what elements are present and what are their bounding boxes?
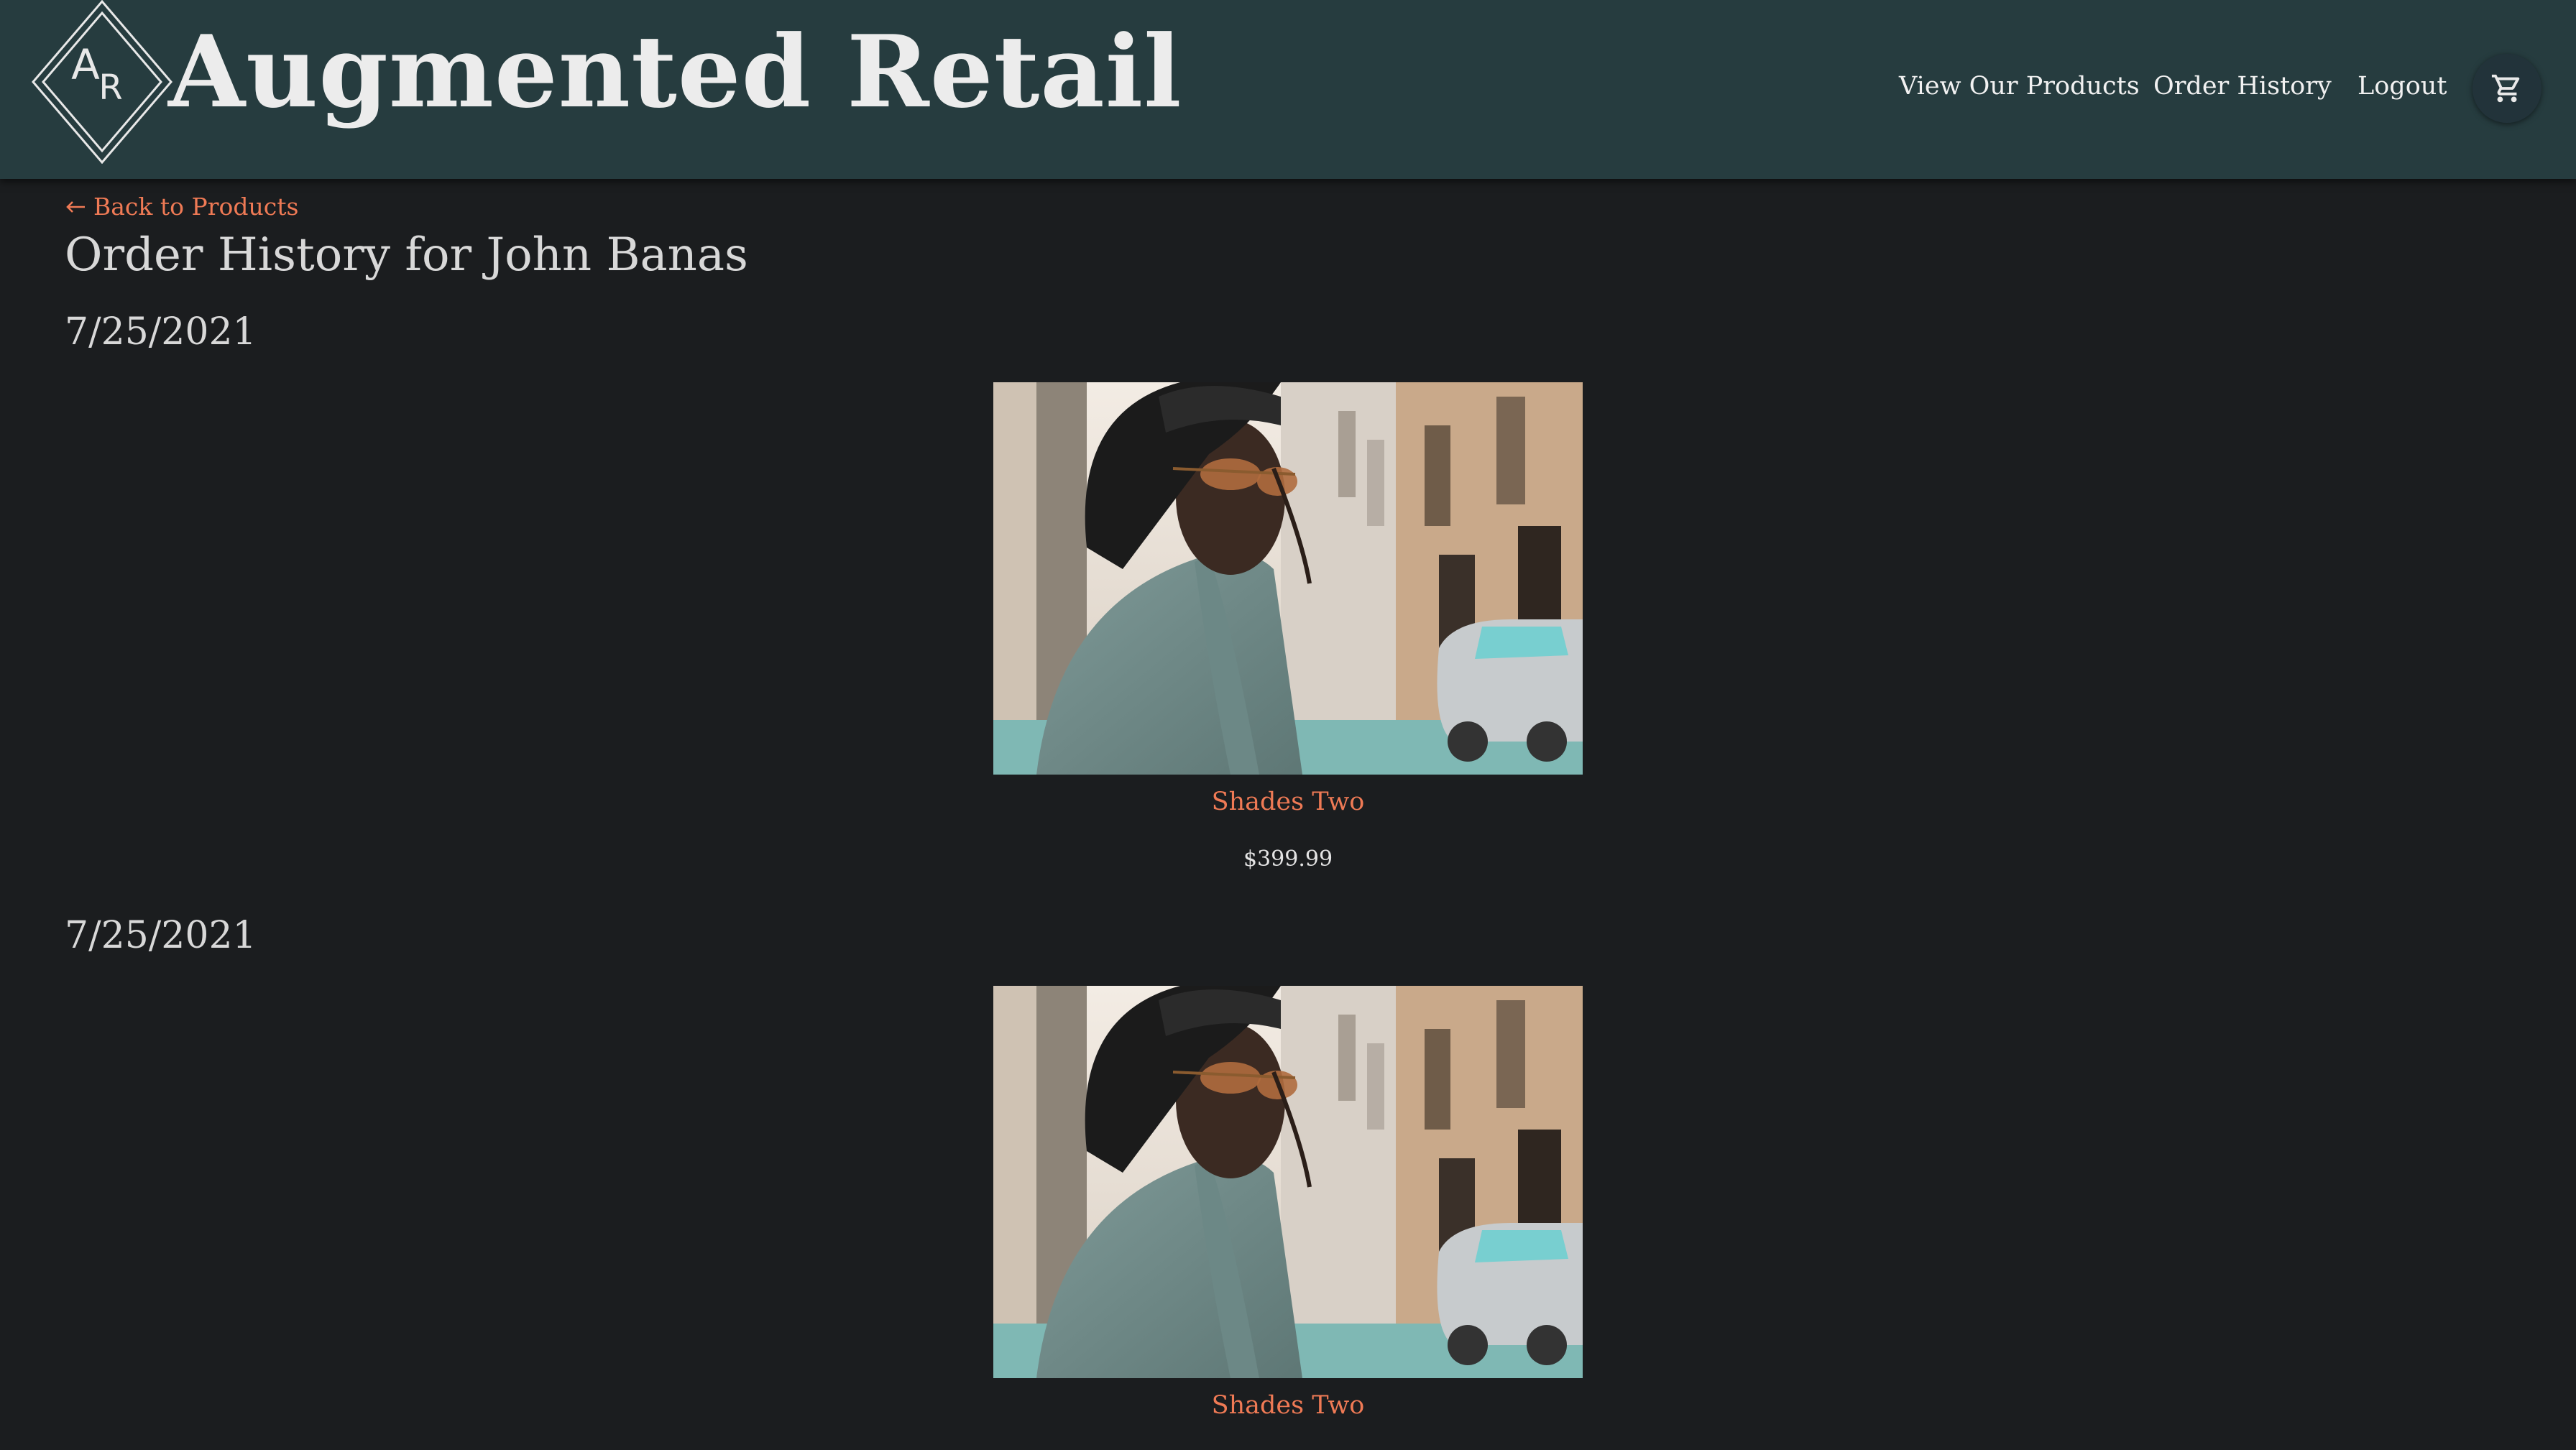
cart-button[interactable]	[2472, 54, 2542, 123]
arrow-left-icon	[66, 200, 85, 213]
site-header: A R Augmented Retail View Our Products O…	[0, 0, 2576, 179]
logo-icon[interactable]: A R	[32, 0, 172, 164]
back-to-products-link[interactable]: Back to Products	[65, 193, 298, 221]
nav-order-history[interactable]: Order History	[2153, 72, 2332, 101]
back-link-label: Back to Products	[93, 193, 299, 221]
product-image[interactable]	[993, 382, 1583, 775]
order-item-card: Shades Two $399.99	[993, 382, 1583, 872]
product-name-link[interactable]: Shades Two	[993, 1391, 1583, 1420]
product-name-link[interactable]: Shades Two	[993, 788, 1583, 816]
shopping-cart-icon	[2491, 74, 2520, 103]
order-date: 7/25/2021	[65, 914, 257, 957]
page-title: Order History for John Banas	[65, 228, 748, 282]
nav-view-products[interactable]: View Our Products	[1899, 72, 2140, 101]
nav-logout[interactable]: Logout	[2358, 72, 2447, 101]
logo-letter-a: A	[71, 40, 100, 89]
order-item-card: Shades Two	[993, 986, 1583, 1420]
product-image[interactable]	[993, 986, 1583, 1378]
product-price: $399.99	[1243, 846, 1333, 872]
brand-title[interactable]: Augmented Retail	[168, 13, 1182, 130]
order-date: 7/25/2021	[65, 310, 257, 354]
logo-letter-r: R	[98, 68, 122, 108]
